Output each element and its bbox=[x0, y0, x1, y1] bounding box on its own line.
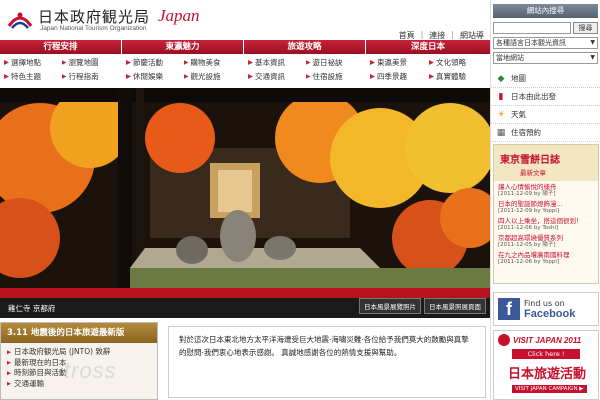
nav-head-charm[interactable]: 東瀛魅力 bbox=[122, 40, 243, 54]
arrow-icon bbox=[305, 60, 311, 65]
right-sidebar: 網站內搜尋 搜尋 各種語言日本觀光資訊 ▼ 當地網站 ▼ ◆ 地圖 ▮ 日本由此出發… bbox=[490, 0, 600, 400]
hotel-icon: ▦ bbox=[496, 127, 506, 138]
arrow-icon bbox=[61, 74, 67, 79]
side-link-weather[interactable]: ☀ 天氣 bbox=[491, 106, 600, 124]
site-subtitle: Japan National Tourism Organization bbox=[40, 25, 147, 32]
arrow-icon bbox=[4, 74, 9, 79]
arrow-icon bbox=[7, 350, 11, 355]
blog-item[interactable]: 日本的聖誕節燈飾漫... [2011-12-09 by Yoppi] bbox=[498, 200, 594, 215]
arrow-icon bbox=[4, 60, 9, 65]
arrow-icon bbox=[7, 381, 11, 386]
nav-item[interactable]: 真實體驗 bbox=[429, 71, 488, 82]
hero-buttons: 日本風景展覽照片 日本風景照展頁面 bbox=[359, 298, 486, 314]
garden-illustration bbox=[0, 88, 490, 318]
nav-item[interactable]: 休閒娛樂 bbox=[126, 71, 184, 82]
nav-item[interactable]: 特色主題 bbox=[4, 71, 62, 82]
arrow-icon bbox=[370, 60, 375, 65]
search-button[interactable]: 搜尋 bbox=[573, 22, 598, 34]
arrow-icon bbox=[7, 360, 11, 365]
facebook-line1: Find us on bbox=[524, 298, 565, 308]
blog-item[interactable]: 四人以上乘坐，搭這個很划！ [2011-12-06 by Toshi] bbox=[498, 217, 594, 232]
click-here-button[interactable]: Click here ! bbox=[512, 349, 580, 359]
nav-item[interactable]: 瀏覽地圖 bbox=[61, 57, 120, 68]
map-icon: ◆ bbox=[497, 73, 505, 84]
blog-item[interactable]: 京都超高環繞優質系列 [2011-12-05 by 陽子] bbox=[498, 234, 594, 249]
blog-item[interactable]: 在九之內品嚐廣南國料理 [2011-12-06 by Yoppi] bbox=[498, 251, 594, 266]
chevron-down-icon: ▼ bbox=[590, 54, 595, 61]
arrow-icon bbox=[429, 74, 434, 79]
sun-icon bbox=[498, 334, 510, 346]
nav-head-guide[interactable]: 旅遊攻略 bbox=[244, 40, 365, 54]
side-links: ◆ 地圖 ▮ 日本由此出發 ☀ 天氣 ▦ 住宿預約 bbox=[491, 70, 600, 142]
nav-head-deep[interactable]: 深度日本 bbox=[366, 40, 490, 54]
blog-banner[interactable]: 東京雪餅日誌 最新文章 bbox=[494, 145, 598, 181]
nav-item[interactable]: 觀光設施 bbox=[183, 71, 242, 82]
hero-caption: 雞仁寺 京都府 bbox=[8, 304, 56, 313]
blog-list: 讓人心情愉悅的樣舟 [2011-12-09 by 陽子] 日本的聖誕節燈飾漫...… bbox=[494, 181, 598, 270]
language-select[interactable]: 各種語言日本觀光資訊 ▼ bbox=[493, 37, 598, 49]
nav-item[interactable]: 交通資訊 bbox=[248, 71, 306, 82]
arrow-icon bbox=[248, 74, 253, 79]
nav-item[interactable]: 遊日祕訣 bbox=[305, 57, 364, 68]
arrow-icon bbox=[370, 74, 375, 79]
nav-item[interactable]: 購物美食 bbox=[183, 57, 242, 68]
blog-box: 東京雪餅日誌 最新文章 讓人心情愉悅的樣舟 [2011-12-09 by 陽子] … bbox=[493, 144, 599, 284]
nav-head-plan[interactable]: 行程安排 bbox=[0, 40, 121, 54]
side-link-map[interactable]: ◆ 地圖 bbox=[491, 70, 600, 88]
japan-wordmark: Japan bbox=[158, 6, 200, 25]
facebook-banner[interactable]: f Find us on Facebook bbox=[493, 292, 599, 326]
news-item[interactable]: 日本政府観光局 (JNTO) 致辭 bbox=[7, 347, 157, 358]
train-icon: ▮ bbox=[498, 91, 504, 102]
site-header: 日本政府観光局 Japan National Tourism Organizat… bbox=[0, 0, 490, 40]
nav-item[interactable]: 四季景趣 bbox=[370, 71, 429, 82]
message-box: 對於這次日本東北地方太平洋海遭受巨大地震·海嘯災難·各位給予我們莫大的鼓勵與真摯… bbox=[168, 326, 486, 398]
nav-item[interactable]: 節慶活動 bbox=[126, 57, 184, 68]
arrow-icon bbox=[126, 60, 131, 65]
arrow-icon bbox=[183, 74, 189, 79]
arrow-icon bbox=[305, 74, 311, 79]
search-row: 搜尋 bbox=[493, 22, 598, 34]
arrow-icon bbox=[61, 60, 67, 65]
nav-col-plan: 行程安排 選擇地點 瀏覽地圖 特色主題 行程指南 bbox=[0, 40, 122, 88]
nav-col-deep: 深度日本 東瀛美景 文化領略 四季景趣 真實體驗 bbox=[366, 40, 490, 88]
gallery-button[interactable]: 日本風景展覽照片 bbox=[359, 298, 421, 314]
main-nav: 行程安排 選擇地點 瀏覽地圖 特色主題 行程指南 東瀛魅力 節慶活動 購物美食 … bbox=[0, 40, 490, 88]
weather-icon: ☀ bbox=[496, 109, 506, 120]
jnto-logo-icon[interactable] bbox=[6, 6, 34, 34]
local-site-select[interactable]: 當地網站 ▼ bbox=[493, 52, 598, 64]
side-link-hotel[interactable]: ▦ 住宿預約 bbox=[491, 124, 600, 142]
site-search-heading: 網站內搜尋 bbox=[493, 4, 598, 18]
arrow-icon bbox=[248, 60, 253, 65]
nav-item[interactable]: 行程指南 bbox=[61, 71, 120, 82]
arrow-icon bbox=[126, 74, 131, 79]
visit-japan-banner[interactable]: VISIT JAPAN 2011 Click here ! 日本旅遊活動 VIS… bbox=[493, 330, 599, 400]
blog-subtitle: 最新文章 bbox=[520, 169, 546, 177]
facebook-line2: Facebook bbox=[524, 307, 576, 320]
arrow-icon bbox=[183, 60, 189, 65]
blog-title: 東京雪餅日誌 bbox=[500, 155, 560, 166]
message-text: 對於這次日本東北地方太平洋海遭受巨大地震·海嘯災難·各位給予我們莫大的鼓勵與真摯… bbox=[179, 335, 469, 357]
blog-item[interactable]: 讓人心情愉悅的樣舟 [2011-12-09 by 陽子] bbox=[498, 183, 594, 198]
arrow-icon bbox=[429, 60, 434, 65]
search-input[interactable] bbox=[493, 22, 571, 34]
campaign-banner[interactable]: 日本旅遊活動 VISIT JAPAN CAMPAIGN ▶ bbox=[494, 363, 598, 393]
site-title[interactable]: 日本政府観光局 bbox=[38, 6, 150, 27]
nav-col-charm: 東瀛魅力 節慶活動 購物美食 休閒娛樂 觀光設施 bbox=[122, 40, 244, 88]
side-link-depart[interactable]: ▮ 日本由此出發 bbox=[491, 88, 600, 106]
facebook-icon: f bbox=[498, 298, 520, 320]
nav-item[interactable]: 基本資訊 bbox=[248, 57, 306, 68]
nav-item[interactable]: 東瀛美景 bbox=[370, 57, 429, 68]
gallery-page-button[interactable]: 日本風景照展頁面 bbox=[424, 298, 486, 314]
arrow-icon bbox=[7, 371, 11, 376]
hero-photo[interactable]: 雞仁寺 京都府 日本風景展覽照片 日本風景照展頁面 bbox=[0, 88, 490, 318]
nav-item[interactable]: 選擇地點 bbox=[4, 57, 62, 68]
nav-item[interactable]: 住宿設施 bbox=[305, 71, 364, 82]
nav-item[interactable]: 文化領略 bbox=[429, 57, 488, 68]
news-heading[interactable]: 3.11 地震後的日本旅遊最新版 bbox=[1, 323, 157, 343]
nav-col-guide: 旅遊攻略 基本資訊 遊日祕訣 交通資訊 住宿設施 bbox=[244, 40, 366, 88]
chevron-down-icon: ▼ bbox=[590, 39, 595, 46]
watermark: tross bbox=[64, 358, 117, 383]
